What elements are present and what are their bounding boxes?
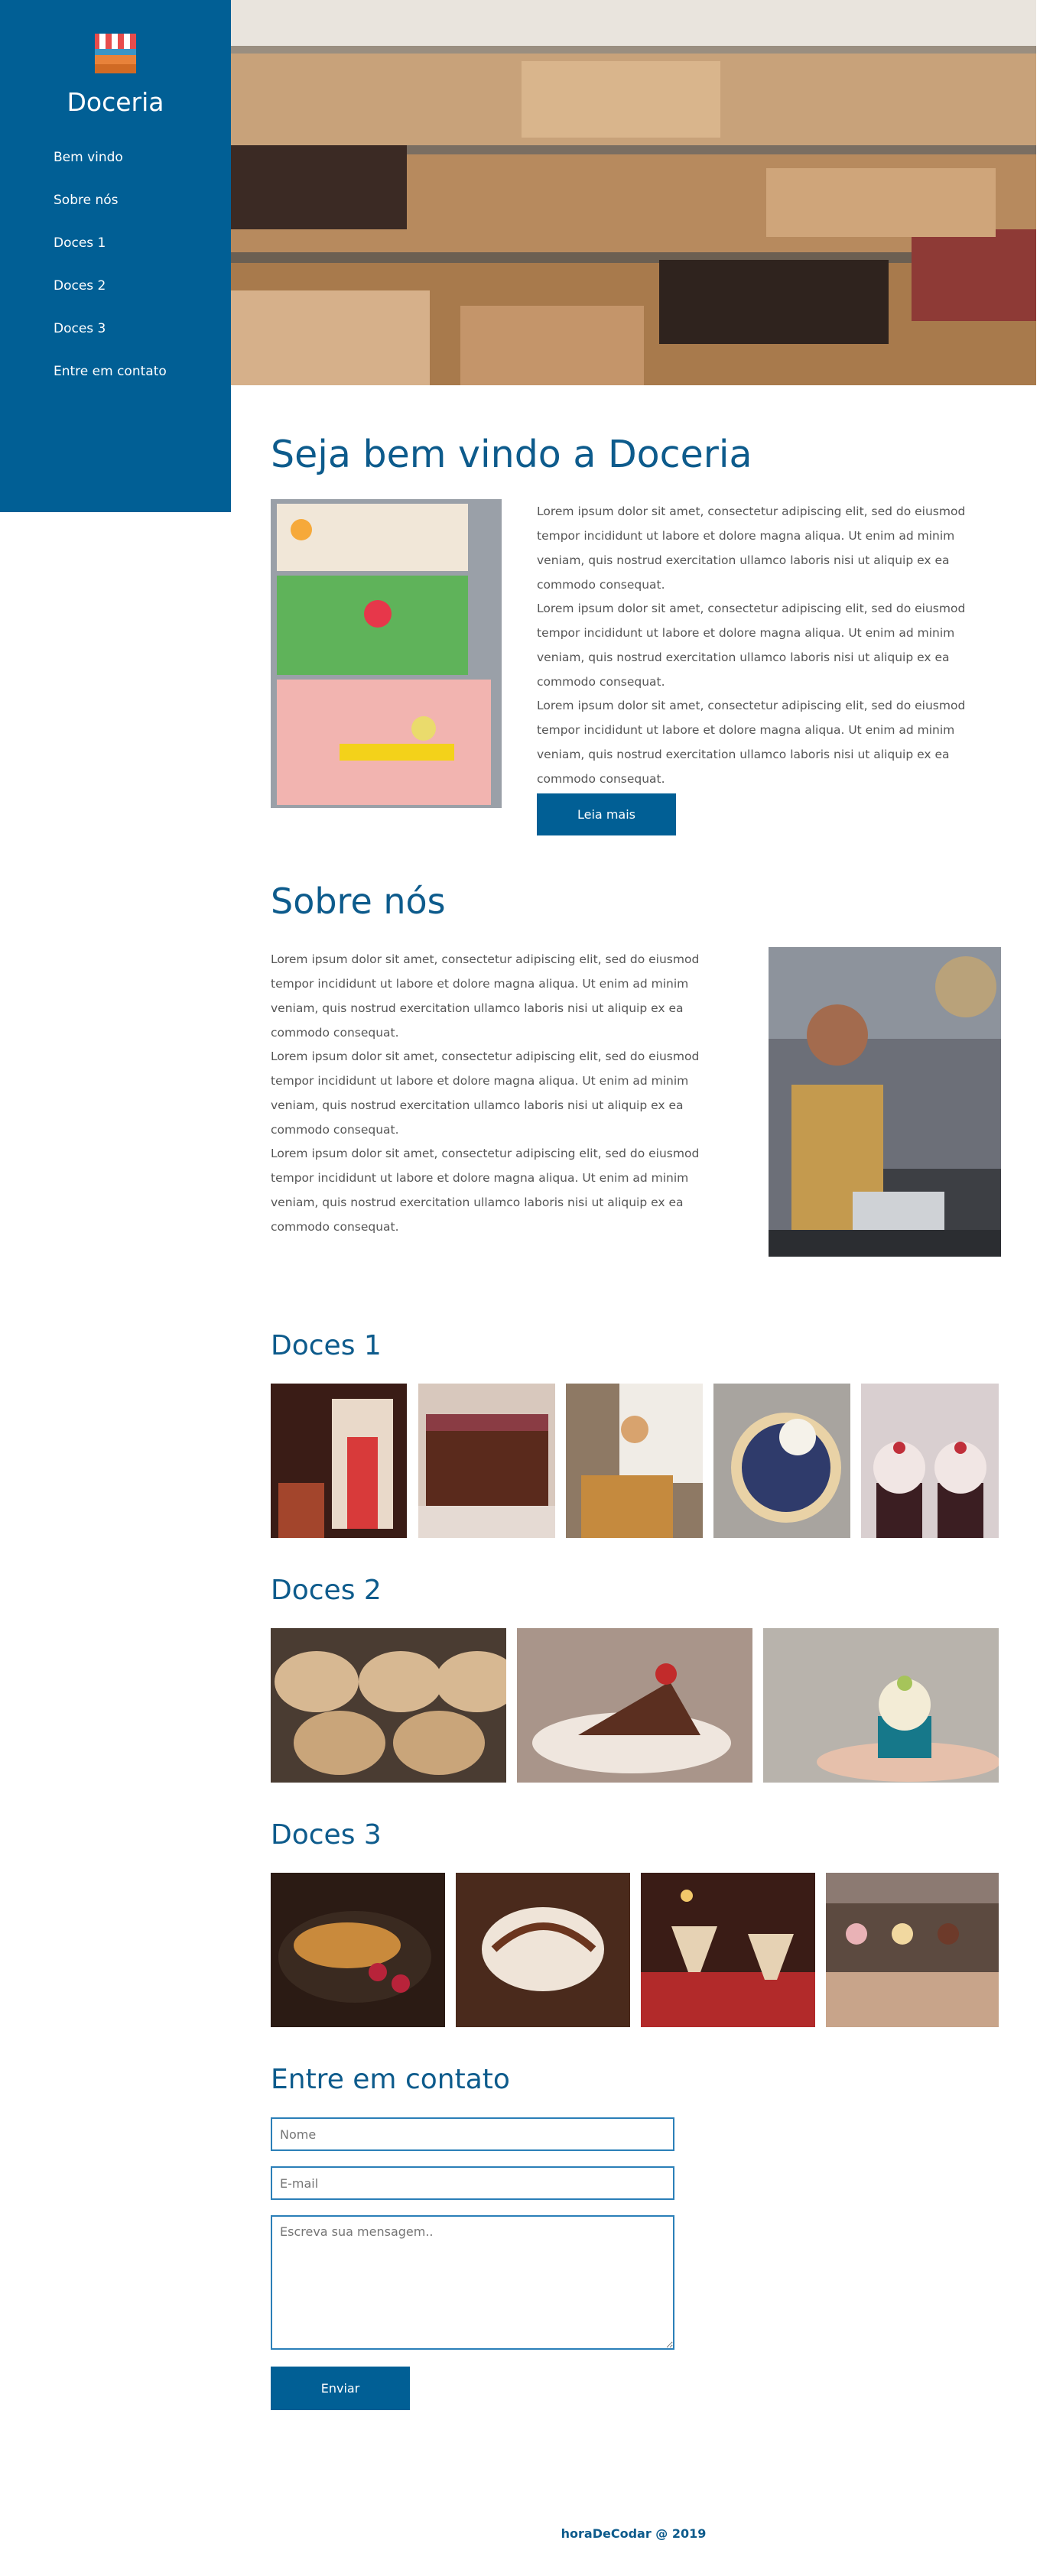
sidebar-item-sobre-nos[interactable]: Sobre nós: [54, 193, 167, 235]
about-paragraph-2: Lorem ipsum dolor sit amet, consectetur …: [271, 1050, 700, 1137]
welcome-paragraph-2: Lorem ipsum dolor sit amet, consectetur …: [537, 602, 966, 689]
candy-jars-image: [271, 1384, 407, 1538]
shop-logo-icon: [92, 29, 139, 76]
about-paragraph-1: Lorem ipsum dolor sit amet, consectetur …: [271, 952, 700, 1040]
about-paragraph-3: Lorem ipsum dolor sit amet, consectetur …: [271, 1147, 700, 1234]
sidebar-nav: Bem vindo Sobre nós Doces 1 Doces 2 Doce…: [54, 150, 167, 407]
message-field[interactable]: [271, 2215, 674, 2350]
sidebar-link-doces-2[interactable]: Doces 2: [54, 278, 106, 294]
sidebar-link-doces-1[interactable]: Doces 1: [54, 235, 106, 251]
sidebar-item-doces-1[interactable]: Doces 1: [54, 235, 167, 278]
contact-title: Entre em contato: [271, 2064, 510, 2095]
welcome-title: Seja bem vindo a Doceria: [271, 433, 752, 476]
sidebar: Doceria Bem vindo Sobre nós Doces 1 Doce…: [0, 0, 231, 512]
sidebar-link-sobre-nos[interactable]: Sobre nós: [54, 193, 119, 208]
ice-cream-sundae-image: [456, 1873, 630, 2027]
sidebar-link-contato[interactable]: Entre em contato: [54, 364, 167, 379]
sidebar-item-doces-2[interactable]: Doces 2: [54, 278, 167, 321]
cupcake-in-hand-image: [763, 1628, 999, 1783]
about-title: Sobre nós: [271, 881, 446, 922]
gallery3-title: Doces 3: [271, 1819, 382, 1851]
hero-pastry-display-image: [231, 0, 1036, 385]
footer-text: horaDeCodar @ 2019: [561, 2526, 707, 2541]
chocolate-cake-image: [418, 1384, 555, 1538]
dessert-cups-image: [641, 1873, 815, 2027]
baker-image: [769, 947, 1001, 1257]
leia-mais-button[interactable]: Leia mais: [537, 793, 676, 835]
sweet-rolls-image: [271, 1628, 506, 1783]
welcome-paragraph-3: Lorem ipsum dolor sit amet, consectetur …: [537, 699, 966, 786]
sidebar-link-doces-3[interactable]: Doces 3: [54, 321, 106, 336]
gallery1-title: Doces 1: [271, 1330, 382, 1361]
brand-name: Doceria: [67, 87, 164, 117]
sidebar-link-bem-vindo[interactable]: Bem vindo: [54, 150, 123, 165]
sidebar-item-doces-3[interactable]: Doces 3: [54, 321, 167, 364]
gallery2-title: Doces 2: [271, 1575, 382, 1606]
welcome-paragraph-1: Lorem ipsum dolor sit amet, consectetur …: [537, 504, 966, 592]
sidebar-item-contato[interactable]: Entre em contato: [54, 364, 167, 407]
blueberry-tarts-image: [713, 1384, 850, 1538]
chocolate-cake-slice-image: [517, 1628, 752, 1783]
pancakes-raspberries-image: [271, 1873, 445, 2027]
pastry-buffet-image: [826, 1873, 999, 2027]
name-field[interactable]: [271, 2117, 674, 2151]
email-field[interactable]: [271, 2166, 674, 2200]
sidebar-item-bem-vindo[interactable]: Bem vindo: [54, 150, 167, 193]
gummy-candy-image: [271, 499, 502, 808]
pastry-chef-image: [566, 1384, 703, 1538]
enviar-button[interactable]: Enviar: [271, 2367, 410, 2410]
cupcakes-image: [861, 1384, 999, 1538]
